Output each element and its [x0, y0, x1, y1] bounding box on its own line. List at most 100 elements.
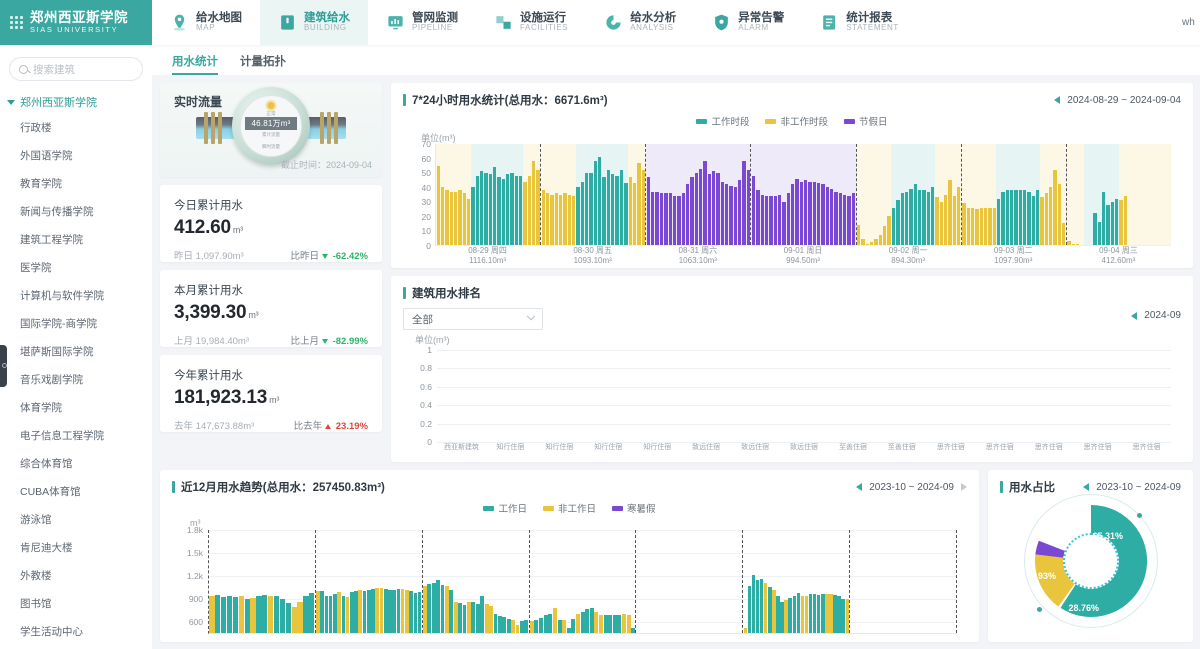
bar[interactable] — [792, 596, 796, 633]
bar[interactable] — [681, 193, 685, 245]
bar[interactable] — [209, 596, 215, 633]
bar[interactable] — [436, 165, 440, 245]
bar[interactable] — [948, 180, 952, 245]
sidebar-item-14[interactable]: 游泳馆 — [0, 505, 152, 533]
bar[interactable] — [598, 157, 602, 245]
bar[interactable] — [830, 188, 834, 245]
bar[interactable] — [333, 594, 337, 633]
bar[interactable] — [440, 187, 445, 245]
bar[interactable] — [238, 596, 244, 633]
bar[interactable] — [589, 607, 594, 633]
bar[interactable] — [554, 193, 559, 245]
bar[interactable] — [1057, 184, 1062, 245]
bar[interactable] — [1093, 213, 1097, 245]
bar[interactable] — [992, 207, 996, 245]
bar[interactable] — [637, 162, 641, 245]
bar[interactable] — [256, 595, 262, 633]
bar[interactable] — [550, 194, 554, 245]
bar[interactable] — [970, 207, 975, 245]
bar[interactable] — [812, 594, 817, 633]
sidebar-item-18[interactable]: 学生活动中心 — [0, 617, 152, 645]
prev-period-icon[interactable] — [1083, 483, 1090, 491]
bar[interactable] — [800, 595, 805, 633]
bar[interactable] — [795, 178, 799, 245]
bar[interactable] — [930, 187, 935, 245]
sidebar-item-13[interactable]: CUBA体育馆 — [0, 477, 152, 505]
bar[interactable] — [575, 613, 580, 633]
bar[interactable] — [939, 201, 943, 245]
bar[interactable] — [599, 614, 604, 633]
bar[interactable] — [707, 174, 711, 245]
bar[interactable] — [651, 191, 655, 245]
nav-tab-building[interactable]: 建筑给水 BUILDING — [260, 0, 368, 45]
bar[interactable] — [250, 597, 256, 633]
bar[interactable] — [756, 190, 760, 245]
bar[interactable] — [563, 193, 567, 245]
bar[interactable] — [1031, 195, 1036, 245]
bar[interactable] — [843, 194, 847, 245]
bar[interactable] — [379, 588, 384, 633]
bar[interactable] — [1014, 190, 1018, 245]
bar[interactable] — [511, 620, 515, 633]
bar[interactable] — [1027, 191, 1031, 245]
bar[interactable] — [589, 172, 593, 245]
bar[interactable] — [720, 181, 724, 245]
bar[interactable] — [467, 601, 471, 633]
bar[interactable] — [729, 185, 733, 245]
bar[interactable] — [1023, 190, 1027, 245]
bar[interactable] — [1044, 193, 1049, 245]
bar[interactable] — [580, 612, 585, 633]
bar[interactable] — [1036, 190, 1040, 245]
bar[interactable] — [904, 191, 909, 245]
bar[interactable] — [567, 194, 572, 245]
bar[interactable] — [585, 609, 590, 633]
bar[interactable] — [773, 195, 777, 245]
bar[interactable] — [400, 588, 405, 633]
bar[interactable] — [751, 175, 756, 245]
bar[interactable] — [677, 195, 681, 245]
bar[interactable] — [576, 187, 580, 245]
bar[interactable] — [883, 226, 887, 245]
bar[interactable] — [529, 620, 534, 633]
bar[interactable] — [796, 592, 801, 633]
bar[interactable] — [489, 606, 493, 633]
bar[interactable] — [655, 191, 659, 245]
bar[interactable] — [784, 600, 788, 633]
bar[interactable] — [557, 620, 562, 633]
sidebar-item-7[interactable]: 国际学院-商学院 — [0, 309, 152, 337]
bar[interactable] — [821, 594, 825, 633]
sidebar-collapse-handle[interactable] — [0, 345, 7, 387]
bar[interactable] — [1005, 190, 1009, 245]
bar[interactable] — [1009, 190, 1014, 245]
bar[interactable] — [484, 172, 488, 245]
bar[interactable] — [799, 181, 804, 245]
sidebar-item-3[interactable]: 新闻与传播学院 — [0, 197, 152, 225]
bar[interactable] — [1049, 187, 1053, 245]
bar[interactable] — [786, 193, 791, 245]
bar[interactable] — [611, 174, 615, 245]
sidebar-item-8[interactable]: 堪萨斯国际学院 — [0, 337, 152, 365]
bar[interactable] — [453, 191, 458, 245]
bar[interactable] — [1123, 195, 1128, 245]
prev-period-icon[interactable] — [1054, 96, 1061, 104]
bar[interactable] — [524, 620, 529, 633]
bar[interactable] — [738, 180, 742, 245]
tab-water-statistics[interactable]: 用水统计 — [172, 53, 218, 75]
bar[interactable] — [244, 598, 250, 633]
bar[interactable] — [480, 595, 485, 633]
bar[interactable] — [838, 193, 843, 245]
bar[interactable] — [462, 604, 467, 633]
bar[interactable] — [519, 620, 524, 633]
bar[interactable] — [324, 596, 329, 633]
bar[interactable] — [952, 195, 956, 245]
bar[interactable] — [975, 208, 979, 245]
bar[interactable] — [350, 591, 354, 633]
bar[interactable] — [215, 594, 221, 633]
bar[interactable] — [851, 193, 856, 245]
bar[interactable] — [316, 591, 320, 633]
bar[interactable] — [559, 194, 563, 245]
nav-tab-analysis[interactable]: 给水分析 ANALYSIS — [586, 0, 694, 45]
bar[interactable] — [943, 194, 948, 245]
bar[interactable] — [458, 190, 462, 245]
bar[interactable] — [562, 620, 567, 633]
